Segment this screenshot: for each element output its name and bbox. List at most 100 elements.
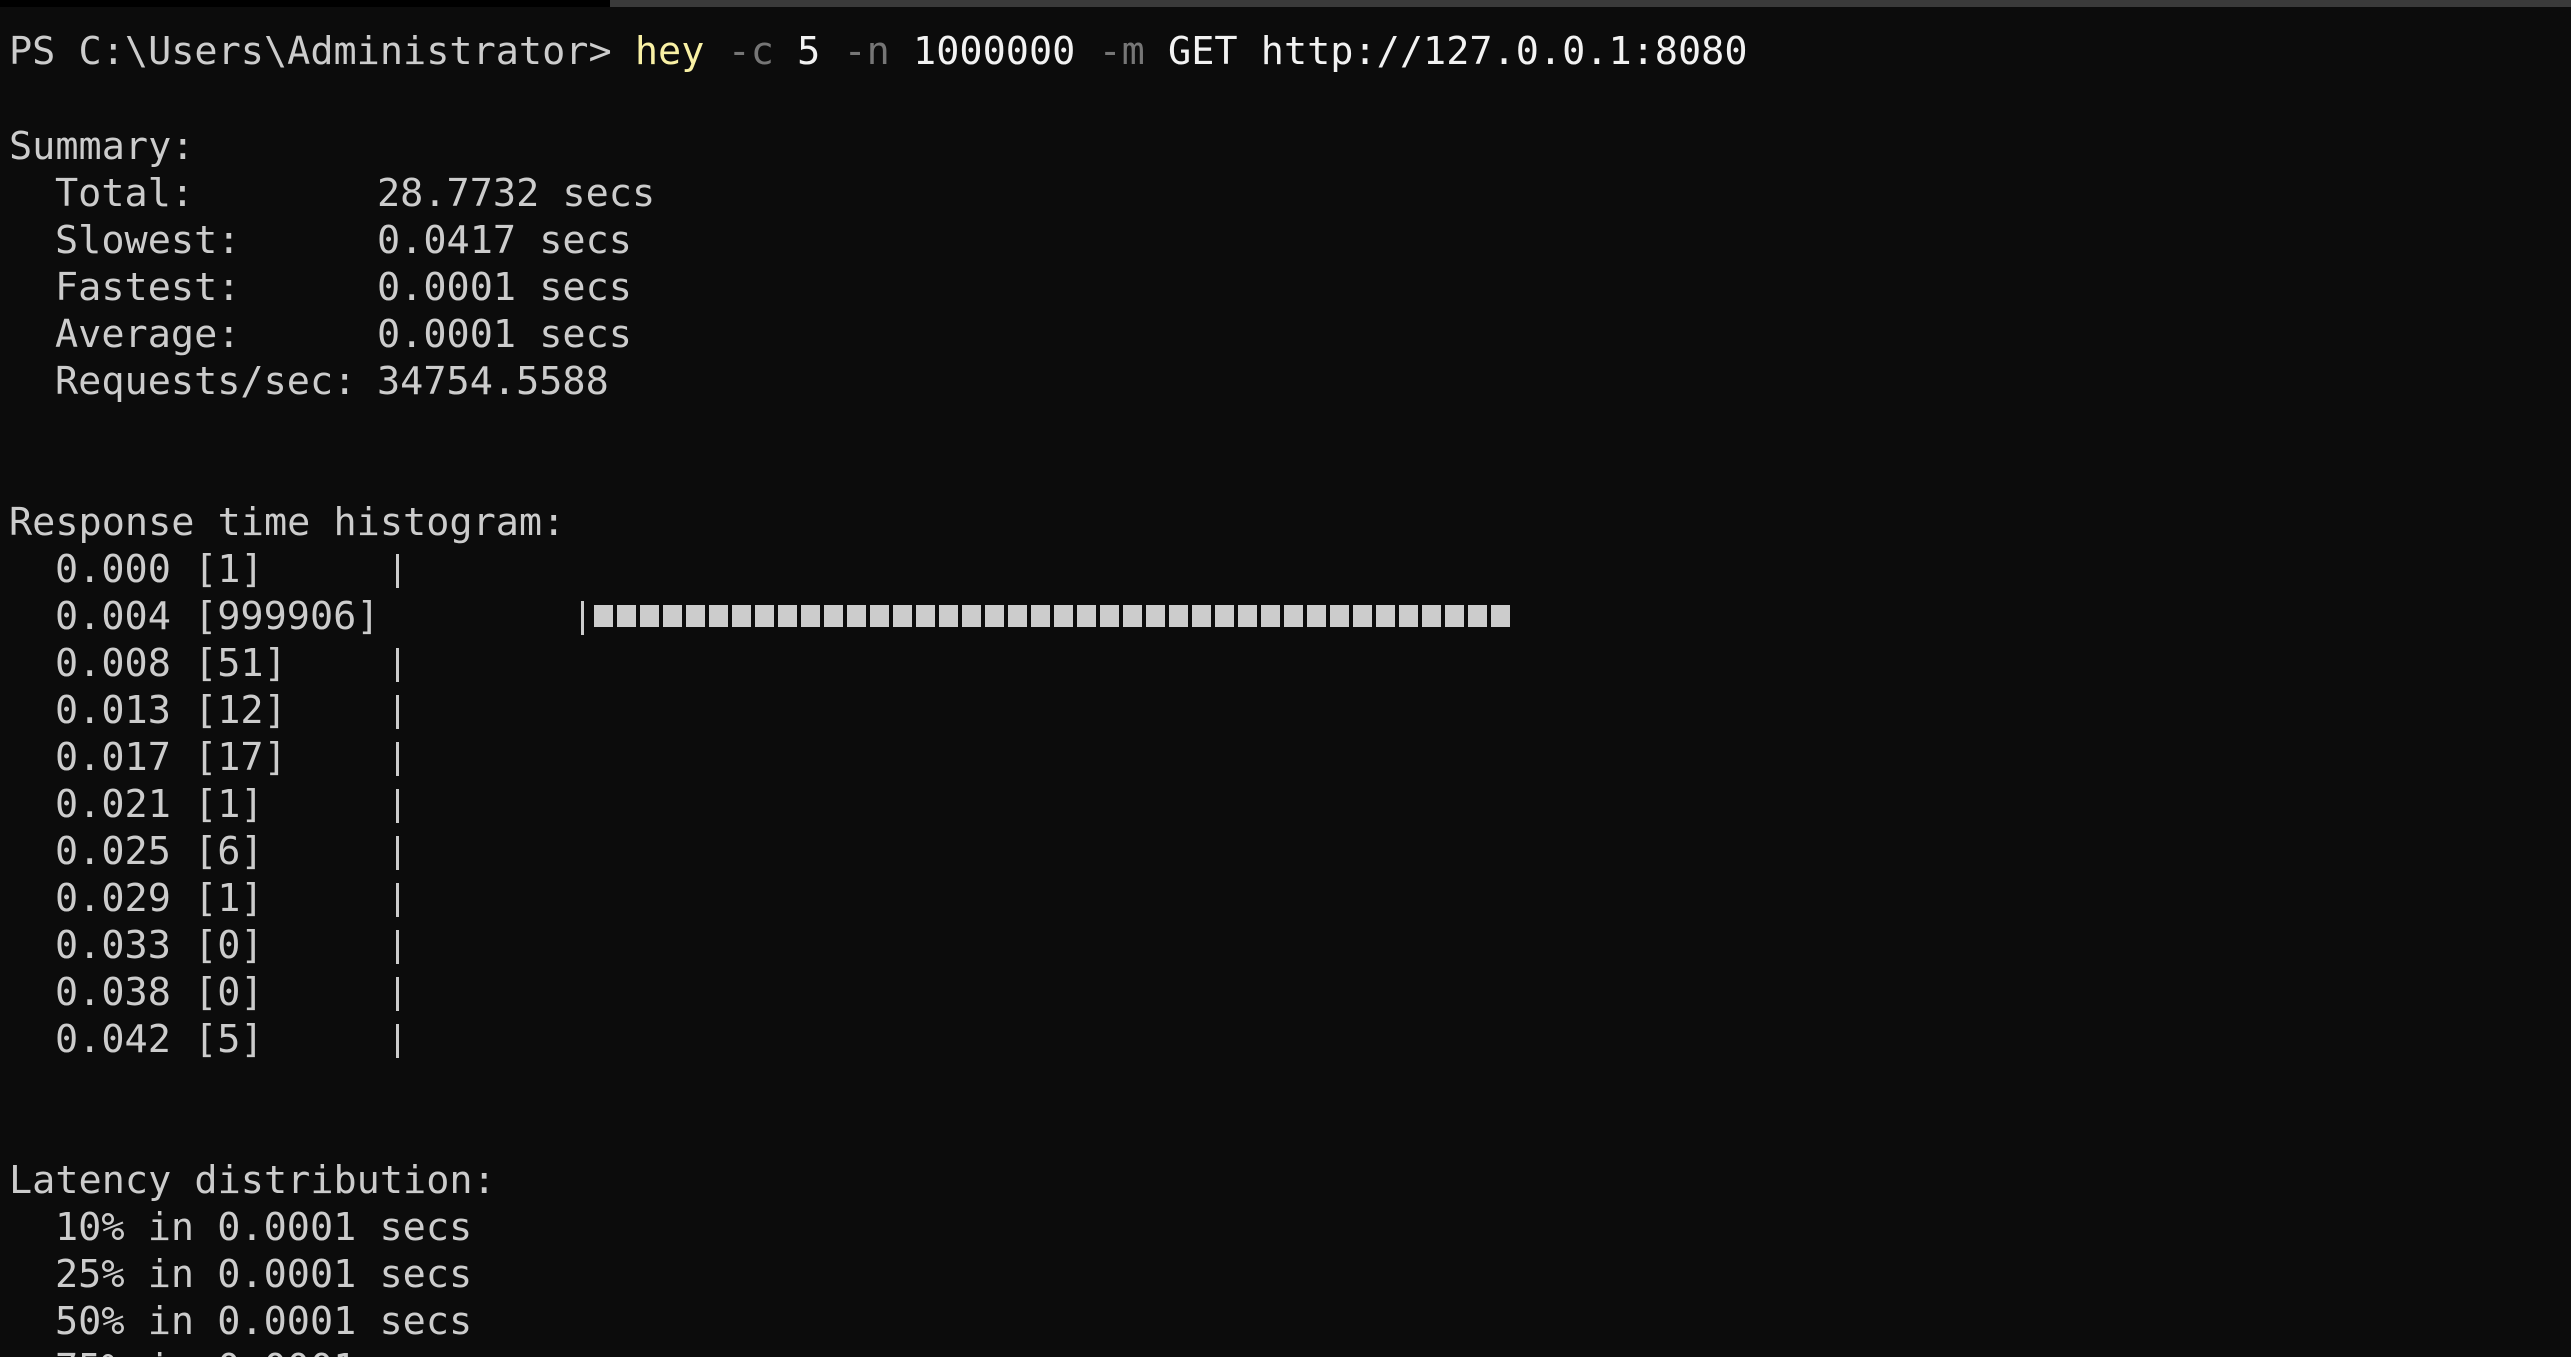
histogram-bar-block (1468, 605, 1487, 627)
summary-label: Fastest: (55, 265, 241, 310)
terminal-window[interactable]: PS C:\Users\Administrator> hey -c 5 -n 1… (0, 0, 2571, 1357)
histogram-label: 0.008 [51] (55, 641, 287, 686)
histogram-bar-block (1008, 605, 1027, 627)
histogram-bar-block (939, 605, 958, 627)
latency-row: 10% in 0.0001 secs (55, 1205, 473, 1250)
histogram-bar-block (893, 605, 912, 627)
histogram-row: 0.025 [6] (9, 828, 399, 875)
summary-value: 28.7732 secs (377, 171, 656, 216)
summary-row: Average: 0.0001 secs (9, 311, 632, 358)
flag-concurrency: -c (727, 29, 774, 74)
histogram-axis-marker (396, 695, 399, 729)
summary-value: 0.0001 secs (377, 265, 632, 310)
latency-heading: Latency distribution: (9, 1158, 496, 1203)
histogram-bar-block (1238, 605, 1257, 627)
histogram-bar-block (1261, 605, 1280, 627)
histogram-bar-block (1192, 605, 1211, 627)
histogram-axis-marker (396, 648, 399, 682)
histogram-label: 0.021 [1] (55, 782, 264, 827)
histogram-bar-block (709, 605, 728, 627)
histogram-bar-block (1054, 605, 1073, 627)
histogram-axis-marker (396, 930, 399, 964)
histogram-label: 0.029 [1] (55, 876, 264, 921)
histogram-bar-block (1445, 605, 1464, 627)
histogram-row: 0.017 [17] (9, 734, 399, 781)
histogram-bar-block (1491, 605, 1510, 627)
histogram-label: 0.038 [0] (55, 970, 264, 1015)
histogram-bar-block (1399, 605, 1418, 627)
tab-strip (0, 0, 610, 7)
histogram-bar-block (778, 605, 797, 627)
histogram-bar-block (962, 605, 981, 627)
histogram-axis-marker (396, 742, 399, 776)
flag-requests: -n (843, 29, 890, 74)
histogram-bar-block (1215, 605, 1234, 627)
histogram-bar-block (686, 605, 705, 627)
histogram-axis-marker (396, 789, 399, 823)
histogram-bar-block (732, 605, 751, 627)
summary-row: Requests/sec: 34754.5588 (9, 358, 609, 405)
summary-row: Fastest: 0.0001 secs (9, 264, 632, 311)
histogram-bar-block (1376, 605, 1395, 627)
histogram-bar-block (1307, 605, 1326, 627)
summary-value: 0.0001 secs (377, 312, 632, 357)
histogram-label: 0.004 [999906] (55, 594, 380, 639)
histogram-bar-block (1123, 605, 1142, 627)
summary-value: 0.0417 secs (377, 218, 632, 263)
histogram-bar-block (985, 605, 1004, 627)
histogram-bar-block (1169, 605, 1188, 627)
histogram-label: 0.033 [0] (55, 923, 264, 968)
summary-label: Requests/sec: (55, 359, 357, 404)
latency-row: 50% in 0.0001 secs (55, 1299, 473, 1344)
summary-label: Total: (55, 171, 195, 216)
histogram-row: 0.029 [1] (9, 875, 399, 922)
method-url: GET http://127.0.0.1:8080 (1168, 29, 1748, 74)
histogram-row: 0.013 [12] (9, 687, 399, 734)
histogram-bar-block (1100, 605, 1119, 627)
histogram-row: 0.004 [999906] (9, 593, 1510, 640)
summary-value: 34754.5588 (377, 359, 609, 404)
command-line[interactable]: PS C:\Users\Administrator> hey -c 5 -n 1… (9, 28, 1748, 75)
histogram-bar-block (1077, 605, 1096, 627)
summary-label: Slowest: (55, 218, 241, 263)
histogram-bar-block (617, 605, 636, 627)
histogram-bar-block (1353, 605, 1372, 627)
histogram-label: 0.042 [5] (55, 1017, 264, 1062)
latency-row: 25% in 0.0001 secs (55, 1252, 473, 1297)
histogram-bar-block (870, 605, 889, 627)
histogram-axis-marker (396, 554, 399, 588)
histogram-bar-block (1330, 605, 1349, 627)
histogram-bar-block (1031, 605, 1050, 627)
summary-heading: Summary: (9, 124, 195, 169)
histogram-axis-marker (396, 836, 399, 870)
histogram-label: 0.013 [12] (55, 688, 287, 733)
histogram-bar-block (801, 605, 820, 627)
latency-row: 75% in 0.0001 secs (9, 1345, 472, 1357)
summary-row: Total: 28.7732 secs (9, 170, 655, 217)
histogram-bar-block (640, 605, 659, 627)
histogram-axis-marker (396, 977, 399, 1011)
histogram-axis-marker (581, 601, 584, 635)
histogram-bar-block (663, 605, 682, 627)
histogram-row: 0.042 [5] (9, 1016, 399, 1063)
histogram-heading: Response time histogram: (9, 500, 566, 545)
summary-row: Slowest: 0.0417 secs (9, 217, 632, 264)
histogram-row: 0.008 [51] (9, 640, 399, 687)
histogram-bar-block (1146, 605, 1165, 627)
value-concurrency: 5 (797, 29, 821, 74)
value-requests: 1000000 (913, 29, 1076, 74)
prompt-path: PS C:\Users\Administrator> (9, 29, 612, 74)
histogram-label: 0.000 [1] (55, 547, 264, 592)
histogram-label: 0.017 [17] (55, 735, 287, 780)
histogram-bar-block (755, 605, 774, 627)
histogram-bar (594, 605, 1514, 627)
flag-method: -m (1098, 29, 1145, 74)
histogram-axis-marker (396, 1024, 399, 1058)
horizontal-scrollbar[interactable] (610, 0, 2571, 7)
histogram-row: 0.033 [0] (9, 922, 399, 969)
command-name: hey (634, 29, 705, 74)
histogram-bar-block (1284, 605, 1303, 627)
histogram-row: 0.038 [0] (9, 969, 399, 1016)
histogram-bar-block (1422, 605, 1441, 627)
histogram-bar-block (824, 605, 843, 627)
